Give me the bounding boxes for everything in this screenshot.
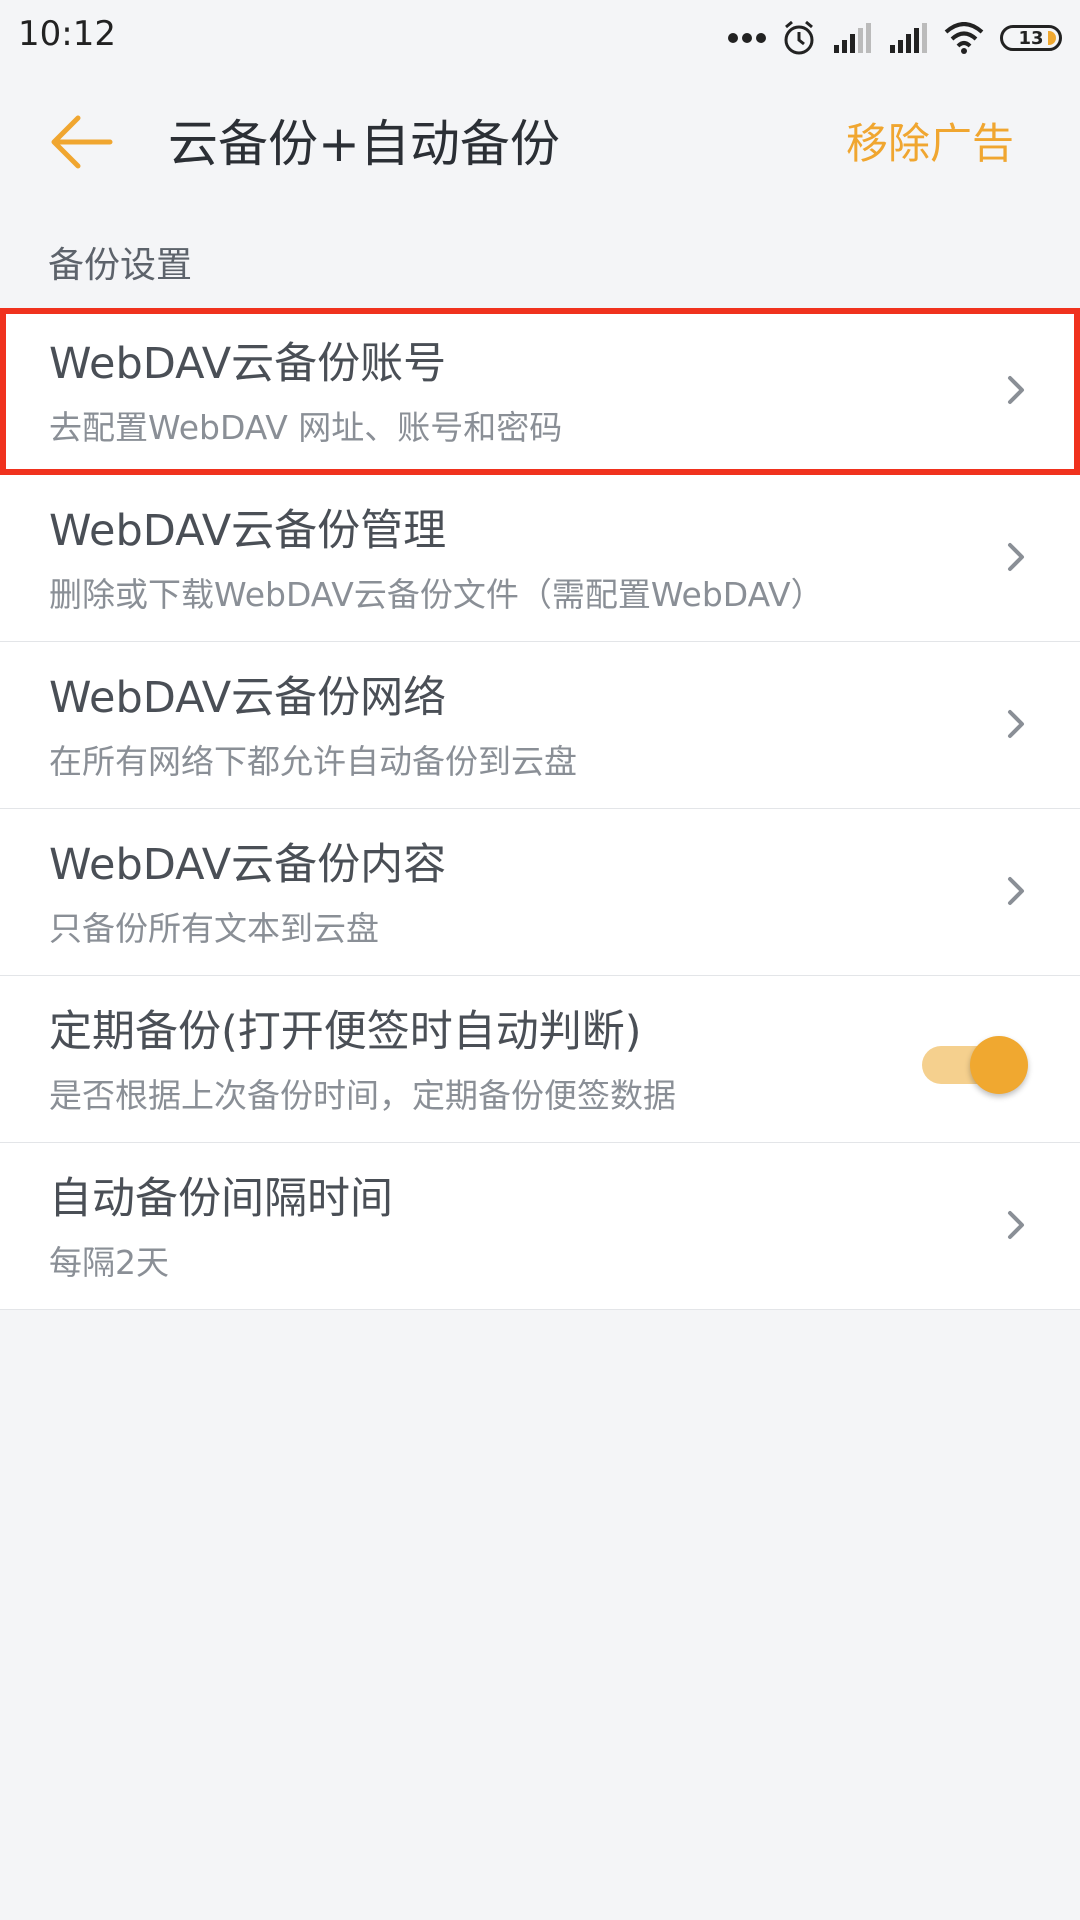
page-title: 云备份+自动备份 <box>168 115 560 173</box>
alarm-icon <box>782 20 816 56</box>
item-subtitle: 在所有网络下都允许自动备份到云盘 <box>49 742 577 781</box>
status-icons: 13 <box>728 16 1062 60</box>
item-subtitle: 去配置WebDAV 网址、账号和密码 <box>49 408 563 447</box>
list-item-webdav-manage[interactable]: WebDAV云备份管理 删除或下载WebDAV云备份文件（需配置WebDAV） <box>0 475 1080 642</box>
signal-icon <box>832 23 872 53</box>
item-subtitle: 每隔2天 <box>49 1243 169 1282</box>
list-item-periodic-backup[interactable]: 定期备份(打开便签时自动判断) 是否根据上次备份时间，定期备份便签数据 <box>0 976 1080 1143</box>
status-time: 10:12 <box>18 14 116 54</box>
item-title: WebDAV云备份账号 <box>49 339 447 389</box>
back-button[interactable] <box>44 104 120 180</box>
list-item-backup-interval[interactable]: 自动备份间隔时间 每隔2天 <box>0 1143 1080 1310</box>
chevron-right-icon <box>1008 543 1024 571</box>
item-subtitle: 删除或下载WebDAV云备份文件（需配置WebDAV） <box>49 575 824 614</box>
battery-level: 13 <box>1018 27 1044 49</box>
item-title: 自动备份间隔时间 <box>49 1174 393 1224</box>
chevron-right-icon <box>1008 1211 1024 1239</box>
toggle-knob <box>970 1036 1028 1094</box>
battery-icon: 13 <box>1000 25 1062 51</box>
app-bar: 云备份+自动备份 移除广告 <box>0 76 1080 206</box>
chevron-right-icon <box>1008 710 1024 738</box>
chevron-right-icon <box>1008 877 1024 905</box>
item-title: 定期备份(打开便签时自动判断) <box>49 1007 642 1057</box>
list-item-webdav-content[interactable]: WebDAV云备份内容 只备份所有文本到云盘 <box>0 809 1080 976</box>
settings-list: WebDAV云备份账号 去配置WebDAV 网址、账号和密码 WebDAV云备份… <box>0 308 1080 1310</box>
arrow-left-icon <box>51 115 113 169</box>
list-item-webdav-network[interactable]: WebDAV云备份网络 在所有网络下都允许自动备份到云盘 <box>0 642 1080 809</box>
status-bar: 10:12 13 <box>0 0 1080 76</box>
chevron-right-icon <box>1008 376 1024 404</box>
item-subtitle: 是否根据上次备份时间，定期备份便签数据 <box>49 1076 676 1115</box>
signal-icon <box>888 23 928 53</box>
list-item-webdav-account[interactable]: WebDAV云备份账号 去配置WebDAV 网址、账号和密码 <box>0 308 1080 475</box>
item-title: WebDAV云备份网络 <box>49 673 447 723</box>
section-header: 备份设置 <box>48 245 193 286</box>
wifi-icon <box>944 22 984 54</box>
more-dots-icon <box>728 32 766 44</box>
periodic-backup-toggle[interactable] <box>918 1030 1028 1094</box>
item-title: WebDAV云备份内容 <box>49 840 447 890</box>
item-subtitle: 只备份所有文本到云盘 <box>49 909 379 948</box>
item-title: WebDAV云备份管理 <box>49 506 447 556</box>
remove-ads-button[interactable]: 移除广告 <box>846 116 1014 172</box>
